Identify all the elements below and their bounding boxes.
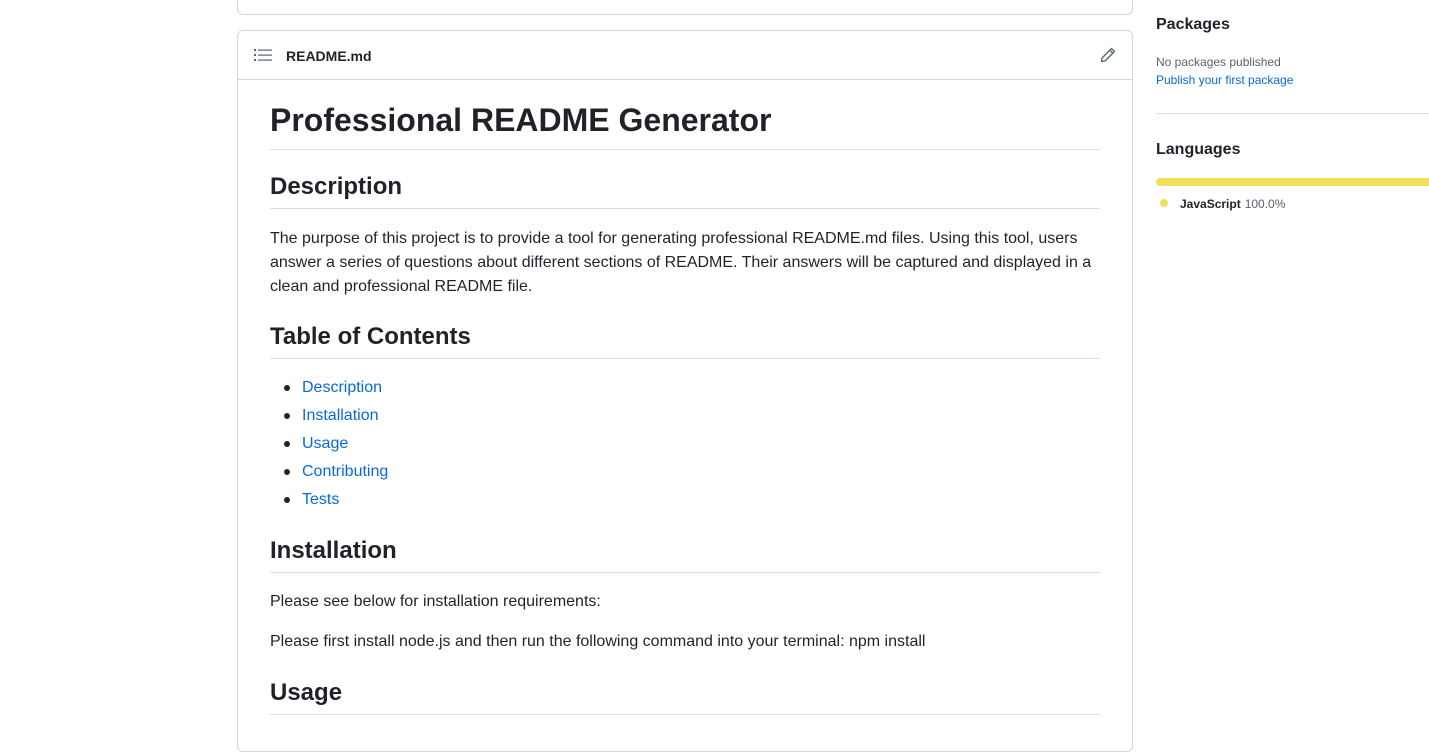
readme-header: README.md xyxy=(238,31,1132,80)
list-item: Description xyxy=(270,376,388,404)
packages-empty-text: No packages published xyxy=(1156,55,1281,69)
languages-title: Languages xyxy=(1156,141,1241,158)
previous-file-box xyxy=(237,0,1133,15)
list-item: Contributing xyxy=(270,460,388,488)
packages-title[interactable]: Packages xyxy=(1156,16,1230,34)
sidebar-divider xyxy=(1156,113,1429,114)
toc-link-contributing[interactable]: Contributing xyxy=(302,463,388,480)
toc-list: Description Installation Usage Contribut… xyxy=(270,376,388,516)
list-unordered-icon[interactable] xyxy=(254,47,272,63)
language-color-dot xyxy=(1160,199,1168,207)
pencil-icon[interactable] xyxy=(1100,47,1116,63)
list-item: Tests xyxy=(270,488,388,516)
toc-link-tests[interactable]: Tests xyxy=(302,491,339,508)
toc-link-installation[interactable]: Installation xyxy=(302,407,379,424)
readme-title: Professional README Generator xyxy=(270,100,1100,150)
language-item-javascript[interactable]: JavaScript 100.0% xyxy=(1160,197,1285,211)
installation-paragraph-2: Please first install node.js and then ru… xyxy=(270,633,926,650)
toc-link-description[interactable]: Description xyxy=(302,379,382,396)
installation-paragraph-1: Please see below for installation requir… xyxy=(270,593,601,610)
language-percent: 100.0% xyxy=(1244,197,1286,211)
list-item: Installation xyxy=(270,404,388,432)
publish-package-link[interactable]: Publish your first package xyxy=(1156,73,1293,87)
readme-panel: README.md Professional README Generator … xyxy=(237,30,1133,752)
toc-link-usage[interactable]: Usage xyxy=(302,435,348,452)
description-paragraph: The purpose of this project is to provid… xyxy=(270,230,1092,295)
list-item: Usage xyxy=(270,432,388,460)
language-bar xyxy=(1156,178,1429,186)
heading-table-of-contents: Table of Contents xyxy=(270,322,1100,359)
heading-usage: Usage xyxy=(270,678,1100,715)
readme-filename[interactable]: README.md xyxy=(286,48,372,64)
heading-description: Description xyxy=(270,172,1100,209)
language-name: JavaScript xyxy=(1180,197,1241,211)
heading-installation: Installation xyxy=(270,536,1100,573)
